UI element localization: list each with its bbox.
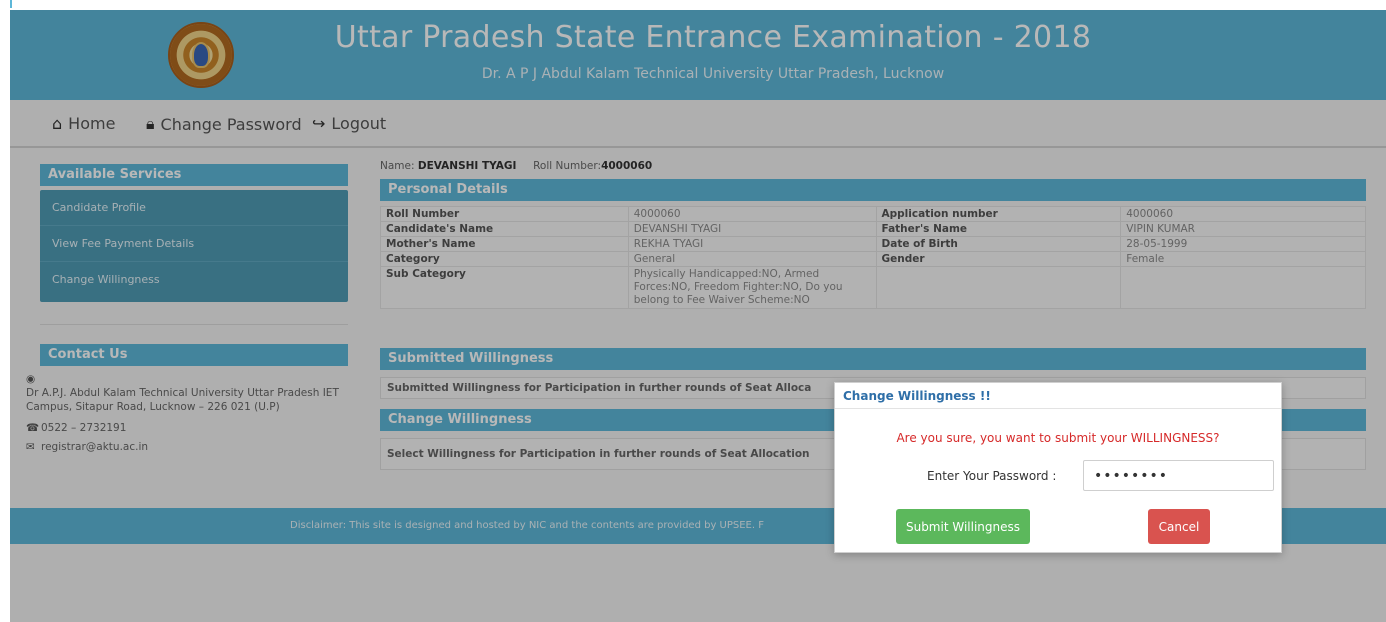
submit-willingness-button[interactable]: Submit Willingness <box>896 509 1030 544</box>
cancel-button[interactable]: Cancel <box>1148 509 1210 544</box>
password-input[interactable] <box>1083 460 1274 491</box>
change-willingness-dialog: Change Willingness !! Are you sure, you … <box>834 382 1282 553</box>
password-label: Enter Your Password : <box>927 469 1057 483</box>
dialog-title: Change Willingness !! <box>835 383 1281 409</box>
dialog-message: Are you sure, you want to submit your WI… <box>896 431 1220 445</box>
page-edge-mark <box>10 0 12 8</box>
